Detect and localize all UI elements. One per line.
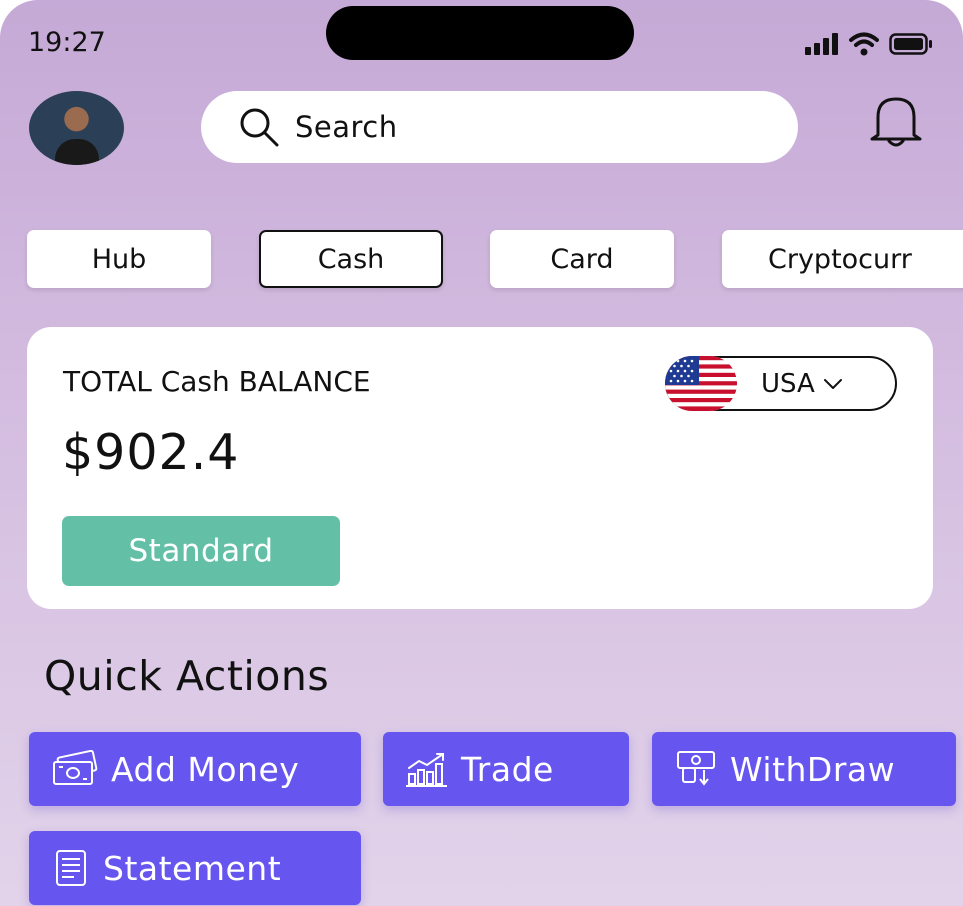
signal-icon xyxy=(805,33,838,55)
trade-button[interactable]: Trade xyxy=(383,732,629,806)
balance-card: TOTAL Cash BALANCE $902.4 Standard USA xyxy=(27,327,933,609)
withdraw-button[interactable]: WithDraw xyxy=(652,732,956,806)
tab-cryptocurrency[interactable]: Cryptocurr xyxy=(722,230,963,288)
bell-icon[interactable] xyxy=(864,93,928,149)
tab-cash[interactable]: Cash xyxy=(259,230,443,288)
statement-label: Statement xyxy=(103,848,282,888)
chevron-down-icon xyxy=(823,378,842,389)
statement-icon xyxy=(56,850,86,886)
us-flag-icon xyxy=(665,356,737,411)
wifi-icon xyxy=(849,32,879,56)
trade-label: Trade xyxy=(461,749,554,789)
avatar[interactable] xyxy=(29,91,124,165)
chart-icon xyxy=(406,753,447,787)
tab-hub[interactable]: Hub xyxy=(27,230,211,288)
status-icons xyxy=(805,32,933,56)
tab-card[interactable]: Card xyxy=(490,230,674,288)
add-money-button[interactable]: Add Money xyxy=(29,732,361,806)
currency-selector[interactable]: USA xyxy=(665,356,897,411)
withdraw-label: WithDraw xyxy=(730,749,896,789)
dynamic-island xyxy=(326,6,634,60)
search-icon xyxy=(240,108,279,147)
balance-amount: $902.4 xyxy=(62,424,240,481)
money-icon xyxy=(53,750,98,785)
search-placeholder: Search xyxy=(295,110,398,144)
add-money-label: Add Money xyxy=(111,749,300,789)
search-bar[interactable]: Search xyxy=(201,91,798,163)
withdraw-icon xyxy=(677,751,715,786)
statement-button[interactable]: Statement xyxy=(29,831,361,905)
status-time: 19:27 xyxy=(28,27,106,58)
phone-screen: 19:27 Search Hub Cash Card Cryptocurr TO… xyxy=(0,0,963,906)
quick-actions-title: Quick Actions xyxy=(44,652,330,700)
balance-title: TOTAL Cash BALANCE xyxy=(63,365,371,398)
battery-icon xyxy=(889,33,932,55)
plan-badge[interactable]: Standard xyxy=(62,516,340,586)
currency-label: USA xyxy=(761,368,815,399)
